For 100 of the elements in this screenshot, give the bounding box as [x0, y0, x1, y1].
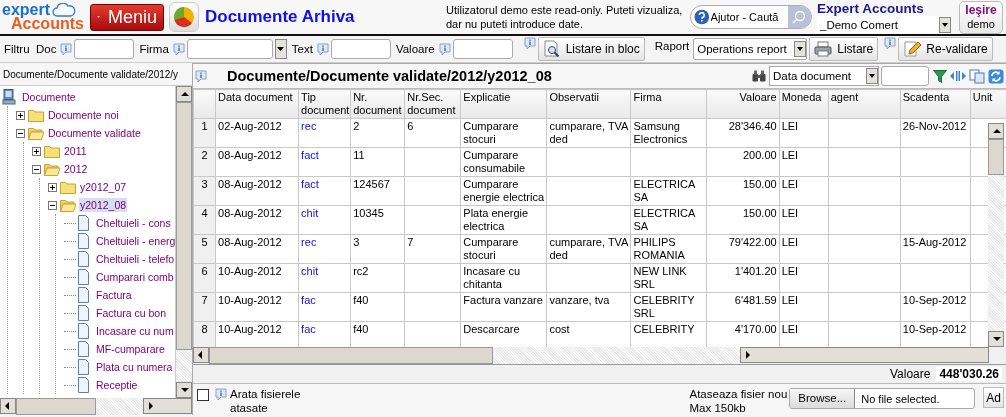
- open-folder-icon: [44, 161, 60, 177]
- dropdown-button[interactable]: [274, 39, 287, 59]
- column-header[interactable]: Unit: [970, 89, 1006, 119]
- table-cell: 10345: [350, 205, 405, 235]
- vertical-scrollbar[interactable]: [988, 123, 1004, 347]
- revalidate-button[interactable]: Re-validare: [898, 37, 993, 61]
- table-cell: Cumparare stocuri: [460, 118, 547, 148]
- attach-label: Ataseaza fisier nou: [689, 387, 788, 401]
- document-type-link[interactable]: rec: [298, 234, 351, 264]
- add-button[interactable]: Ad: [983, 387, 1004, 408]
- document-icon: [76, 377, 92, 393]
- column-header[interactable]: Scadenta: [900, 89, 971, 119]
- tree-item[interactable]: Factura cu bon: [95, 306, 168, 320]
- cloud-icon: [52, 3, 77, 17]
- document-icon: [76, 215, 92, 231]
- filter-label: Text: [291, 43, 313, 55]
- total-label: Valoare: [889, 367, 931, 381]
- collapse-toggle[interactable]: [48, 200, 57, 210]
- document-magnifier-icon: [542, 40, 561, 58]
- row-number: 1: [193, 118, 216, 148]
- list-block-button[interactable]: Listare in bloc: [537, 37, 645, 61]
- report-select[interactable]: Operations report: [693, 38, 808, 60]
- tree-item[interactable]: Cumparari comb: [95, 270, 175, 284]
- column-header[interactable]: agent: [828, 89, 901, 119]
- document-type-link[interactable]: chit: [298, 263, 351, 293]
- file-field[interactable]: Browse... No file selected.: [789, 388, 976, 409]
- computer-icon: [2, 89, 18, 105]
- tree-item[interactable]: Receptie: [95, 378, 139, 392]
- column-header[interactable]: Nr. document: [350, 89, 405, 119]
- document-type-link[interactable]: fact: [298, 176, 351, 206]
- filter-label: Filtru Doc: [4, 43, 57, 55]
- info-icon: [60, 42, 73, 56]
- table-cell: LEI: [779, 263, 829, 293]
- menu-button[interactable]: Meniu: [90, 3, 164, 31]
- help-search-box[interactable]: Ajutor - Caută: [690, 5, 812, 29]
- expand-toggle[interactable]: [32, 146, 41, 156]
- checkbox[interactable]: [197, 389, 209, 401]
- column-header[interactable]: Data document: [215, 89, 299, 119]
- tree-item[interactable]: Cheltuieli - cons: [95, 216, 172, 230]
- row-number: 6: [193, 263, 216, 293]
- tree-item[interactable]: Documente: [21, 90, 77, 104]
- row-number: 8: [193, 321, 216, 347]
- document-type-link[interactable]: chit: [298, 205, 351, 235]
- search-field[interactable]: [881, 66, 929, 86]
- tree-item[interactable]: Cheltuieli - telefo: [95, 252, 175, 266]
- table-cell: cumparare, TVA ded: [546, 234, 631, 264]
- document-type-link[interactable]: fac: [298, 292, 351, 322]
- column-header[interactable]: Moneda: [779, 89, 829, 119]
- list-button[interactable]: Listare: [809, 37, 879, 61]
- filter-icon[interactable]: [933, 69, 947, 83]
- vertical-scrollbar[interactable]: [175, 86, 192, 398]
- column-header[interactable]: Observatii: [546, 89, 631, 119]
- column-header[interactable]: Tip document: [298, 89, 351, 119]
- tree-item[interactable]: Documente noi: [47, 108, 120, 122]
- tree-item[interactable]: 2011: [63, 144, 88, 158]
- expand-toggle[interactable]: [48, 182, 57, 192]
- input-field[interactable]: [330, 39, 391, 59]
- input-field[interactable]: [186, 39, 273, 59]
- refresh-icon[interactable]: [988, 68, 1004, 84]
- resize-columns-icon[interactable]: [950, 68, 966, 84]
- expand-toggle[interactable]: [16, 110, 25, 120]
- tree-item[interactable]: Plata cu numera: [95, 360, 174, 374]
- input-field[interactable]: [74, 39, 135, 59]
- search-icon: [792, 10, 807, 24]
- table-cell: 02-Aug-2012: [215, 118, 299, 148]
- tree-item[interactable]: Cheltuieli - energ: [95, 234, 175, 248]
- row-number: 5: [193, 234, 216, 264]
- exit-button[interactable]: Ieşire demo: [959, 0, 1003, 34]
- collapse-toggle[interactable]: [32, 164, 41, 174]
- checkbox-label: Arata fisierele atasate: [230, 387, 302, 415]
- tree-item[interactable]: Documente validate: [47, 126, 142, 140]
- column-header[interactable]: Valoare: [706, 89, 780, 119]
- document-type-link[interactable]: rec: [298, 118, 351, 148]
- column-header[interactable]: Explicatie: [460, 89, 547, 119]
- filter-label: Firma: [139, 43, 169, 55]
- document-type-link[interactable]: fact: [298, 147, 351, 177]
- table-cell: 200.00: [706, 147, 780, 177]
- table-cell: 6'481.59: [706, 292, 780, 322]
- copy-icon[interactable]: [969, 68, 985, 84]
- tree-item[interactable]: Incasare cu num: [95, 324, 175, 338]
- collapse-toggle[interactable]: [16, 128, 25, 138]
- tree-item[interactable]: 2012: [63, 162, 89, 176]
- horizontal-scrollbar[interactable]: [0, 398, 192, 415]
- tree-item[interactable]: MF-cumparare: [95, 342, 166, 356]
- row-number: 2: [193, 147, 216, 177]
- table-cell: 3: [350, 234, 405, 264]
- column-header[interactable]: Nr.Sec. document: [404, 89, 461, 119]
- company-select[interactable]: _Demo Comert: [817, 16, 951, 33]
- tree-item[interactable]: Factura: [95, 288, 133, 302]
- column-header[interactable]: Firma: [631, 89, 707, 119]
- input-field[interactable]: [452, 39, 513, 59]
- info-icon: [215, 388, 227, 401]
- search-button[interactable]: [787, 6, 811, 28]
- notice-text: Utilizatorul demo este read-only. Puteti vizualiza, dar nu puteti introduce date.: [446, 3, 684, 31]
- tree-item[interactable]: y2012_07: [79, 180, 128, 194]
- info-icon: [172, 42, 185, 56]
- sort-field-select[interactable]: Data document: [769, 66, 879, 86]
- table-cell: Cumparare consumabile: [460, 147, 547, 177]
- tree-item[interactable]: y2012_08: [79, 198, 128, 212]
- table-cell: LEI: [779, 147, 829, 177]
